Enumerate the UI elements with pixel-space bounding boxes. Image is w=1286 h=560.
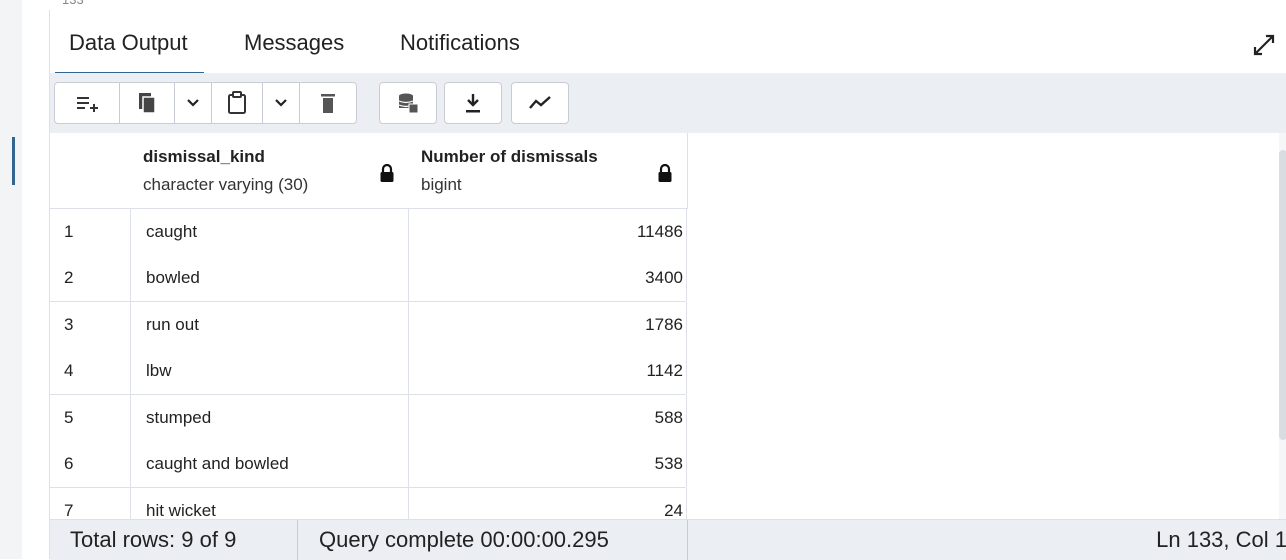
table-row[interactable]: 4 lbw 1142 <box>50 348 687 394</box>
download-icon <box>466 94 480 113</box>
toolbar-group-save <box>379 82 437 124</box>
cell-dismissal-kind[interactable]: caught <box>131 209 409 255</box>
cell-dismissal-kind[interactable]: caught and bowled <box>131 441 409 487</box>
column-header-dismissal-kind[interactable]: dismissal_kind character varying (30) <box>131 133 410 209</box>
status-divider <box>687 520 688 560</box>
status-divider <box>297 520 298 560</box>
row-number: 1 <box>50 209 131 255</box>
row-number: 2 <box>50 255 131 301</box>
cell-number-of-dismissals[interactable]: 588 <box>409 395 687 441</box>
tab-bar: Data Output Messages Notifications <box>50 10 1286 75</box>
copy-button[interactable] <box>120 83 175 123</box>
row-number: 3 <box>50 302 131 348</box>
cell-dismissal-kind[interactable]: run out <box>131 302 409 348</box>
row-number-header <box>50 133 132 209</box>
paste-button[interactable] <box>212 83 263 123</box>
paste-options-dropdown[interactable] <box>263 83 300 123</box>
data-grid: dismissal_kind character varying (30) Nu… <box>50 133 1286 534</box>
status-bar: Total rows: 9 of 9 Query complete 00:00:… <box>50 519 1286 560</box>
add-row-icon <box>77 97 98 112</box>
total-rows-status: Total rows: 9 of 9 <box>70 527 237 552</box>
table-row[interactable]: 3 run out 1786 <box>50 302 687 348</box>
active-line-marker <box>12 137 15 185</box>
toolbar <box>50 73 1286 134</box>
row-number: 4 <box>50 348 131 394</box>
column-name: dismissal_kind <box>143 147 265 166</box>
column-type: character varying (30) <box>143 175 309 194</box>
table-row[interactable]: 6 caught and bowled 538 <box>50 441 687 487</box>
paste-icon <box>228 91 246 114</box>
save-data-button[interactable] <box>380 83 436 123</box>
toolbar-group-download <box>444 82 502 124</box>
row-number: 6 <box>50 441 131 487</box>
cursor-position-status: Ln 133, Col 1 <box>1156 527 1286 552</box>
table-row[interactable]: 2 bowled 3400 <box>50 255 687 301</box>
add-row-button[interactable] <box>55 83 120 123</box>
editor-strip: 133 <box>0 0 1286 10</box>
scrollbar-thumb[interactable] <box>1279 150 1286 440</box>
column-header-number-of-dismissals[interactable]: Number of dismissals bigint <box>409 133 688 209</box>
column-name: Number of dismissals <box>421 147 598 166</box>
row-number: 5 <box>50 395 131 441</box>
toolbar-group-graph <box>511 82 569 124</box>
chevron-down-icon <box>187 99 199 107</box>
cell-dismissal-kind[interactable]: lbw <box>131 348 409 394</box>
copy-icon <box>139 93 156 114</box>
chevron-down-icon <box>275 99 287 107</box>
tab-data-output[interactable]: Data Output <box>55 30 204 75</box>
save-data-icon <box>398 93 419 114</box>
toolbar-group-edit <box>54 82 357 124</box>
copy-options-dropdown[interactable] <box>175 83 212 123</box>
lock-icon <box>658 163 672 182</box>
cell-number-of-dismissals[interactable]: 1142 <box>409 348 687 394</box>
cell-number-of-dismissals[interactable]: 538 <box>409 441 687 487</box>
delete-button[interactable] <box>300 83 356 123</box>
download-button[interactable] <box>445 83 501 123</box>
editor-line-number: 133 <box>62 0 84 7</box>
table-row[interactable]: 1 caught 11486 <box>50 209 687 255</box>
cell-dismissal-kind[interactable]: bowled <box>131 255 409 301</box>
tab-notifications[interactable]: Notifications <box>400 30 520 56</box>
cell-dismissal-kind[interactable]: stumped <box>131 395 409 441</box>
graph-visualiser-button[interactable] <box>512 83 568 123</box>
column-type: bigint <box>421 175 462 194</box>
tab-messages[interactable]: Messages <box>244 30 344 56</box>
left-gutter <box>0 0 22 559</box>
cell-number-of-dismissals[interactable]: 3400 <box>409 255 687 301</box>
lock-icon <box>380 163 394 182</box>
cell-number-of-dismissals[interactable]: 1786 <box>409 302 687 348</box>
delete-icon <box>321 94 335 113</box>
expand-icon[interactable] <box>1253 34 1275 56</box>
cell-number-of-dismissals[interactable]: 11486 <box>409 209 687 255</box>
table-row[interactable]: 5 stumped 588 <box>50 395 687 441</box>
results-panel: Data Output Messages Notifications dismi… <box>49 10 1286 560</box>
graph-icon <box>529 96 551 109</box>
query-status: Query complete 00:00:00.295 <box>319 527 609 552</box>
